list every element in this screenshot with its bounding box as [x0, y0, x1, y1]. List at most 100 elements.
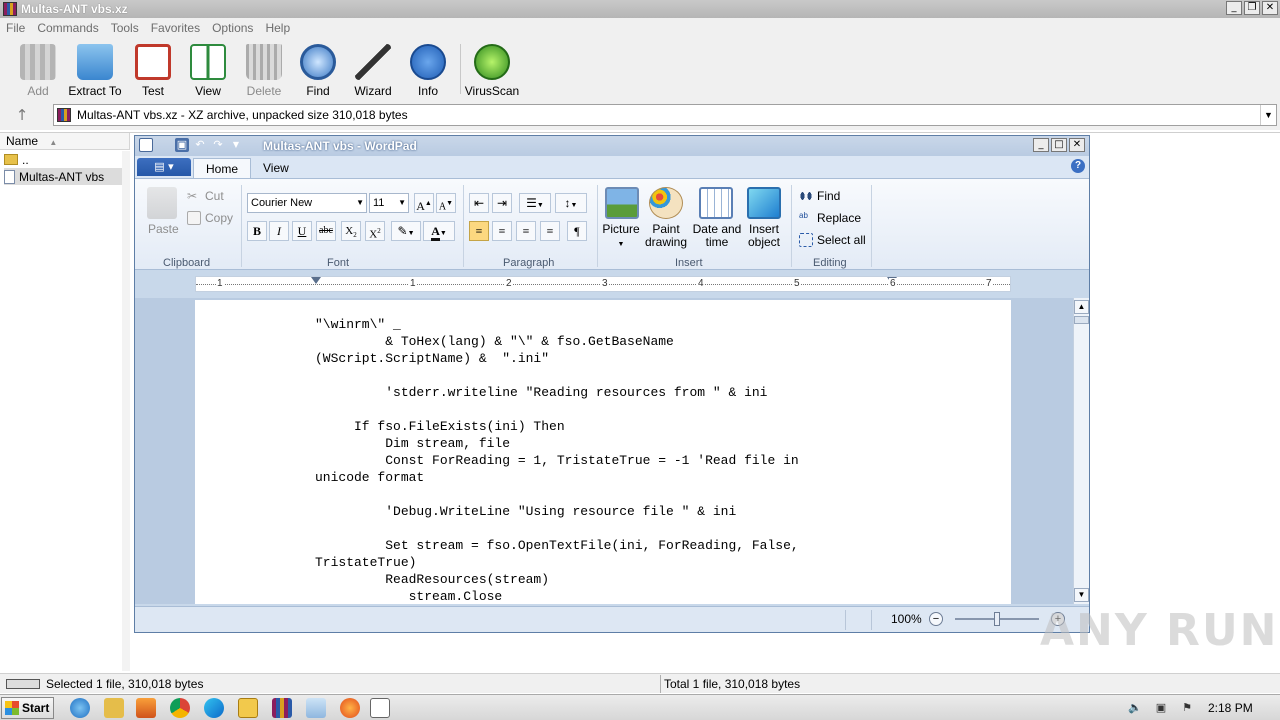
align-center-button[interactable]: ≡ [492, 221, 512, 241]
scroll-thumb[interactable] [1074, 316, 1089, 324]
zoom-slider-thumb[interactable] [994, 612, 1000, 626]
find-text-button[interactable]: Find [799, 189, 840, 203]
delete-button[interactable]: Delete [236, 44, 292, 98]
font-family-select[interactable]: Courier New ▼ [247, 193, 367, 213]
group-separator [597, 185, 598, 267]
italic-button[interactable]: I [269, 221, 289, 241]
group-label-clipboard: Clipboard [163, 257, 211, 269]
media-player-icon[interactable] [136, 698, 156, 718]
copy-button[interactable]: Copy [187, 211, 233, 225]
action-center-flag-icon[interactable]: ⚑ [1180, 701, 1194, 715]
font-size-select[interactable]: 11 ▼ [369, 193, 409, 213]
minimize-button[interactable]: _ [1226, 1, 1242, 15]
file-menu-button[interactable]: ▤ ▾ [137, 158, 191, 176]
undo-icon[interactable]: ↶ [193, 138, 207, 152]
column-header-name[interactable]: Name ▲ [0, 133, 130, 150]
customize-qat-icon[interactable]: ▼ [229, 138, 243, 152]
document-text[interactable]: "\winrm\" _ & ToHex(lang) & "\" & fso.Ge… [315, 316, 799, 604]
wordpad-app-icon[interactable] [139, 138, 153, 152]
picture-button[interactable]: Picture ▼ [601, 223, 641, 251]
grow-font-button[interactable]: A▲ [414, 193, 434, 213]
archive-path-box[interactable]: Multas-ANT vbs.xz - XZ archive, unpacked… [53, 104, 1277, 126]
edge-icon[interactable] [204, 698, 224, 718]
document-page[interactable]: "\winrm\" _ & ToHex(lang) & "\" & fso.Ge… [195, 300, 1011, 604]
tab-home[interactable]: Home [193, 158, 252, 178]
menu-help[interactable]: Help [265, 21, 290, 35]
volume-icon[interactable]: 🔈 [1128, 701, 1142, 715]
close-button[interactable]: ✕ [1262, 1, 1278, 15]
menu-favorites[interactable]: Favorites [151, 21, 200, 35]
menu-file[interactable]: File [6, 21, 25, 35]
scroll-up-button[interactable]: ▲ [1074, 300, 1089, 314]
select-all-button[interactable]: Select all [799, 233, 866, 247]
test-button[interactable]: Test [125, 44, 181, 98]
line-spacing-button[interactable]: ↕▼ [555, 193, 587, 213]
chevron-down-icon[interactable]: ▼ [1260, 105, 1276, 125]
scroll-down-button[interactable]: ▼ [1074, 588, 1089, 602]
find-button[interactable]: Find [290, 44, 346, 98]
decrease-indent-button[interactable]: ⇤ [469, 193, 489, 213]
info-button[interactable]: Info [400, 44, 456, 98]
add-button[interactable]: Add [10, 44, 66, 98]
menu-options[interactable]: Options [212, 21, 253, 35]
align-left-button[interactable]: ≡ [469, 221, 489, 241]
network-icon[interactable]: ▣ [1154, 701, 1168, 715]
firefox-icon[interactable] [340, 698, 360, 718]
view-button[interactable]: View [180, 44, 236, 98]
subscript-button[interactable]: X2 [341, 221, 361, 241]
virusscan-button[interactable]: VirusScan [464, 44, 520, 98]
copy-icon [187, 211, 201, 225]
ruler[interactable]: 1 1 2 3 4 5 6 7 [195, 276, 1011, 292]
insert-object-button[interactable]: Insert object [743, 223, 785, 249]
justify-button[interactable]: ≡ [540, 221, 560, 241]
paragraph-settings-button[interactable]: ¶ [567, 221, 587, 241]
paste-icon [147, 187, 177, 219]
font-color-button[interactable]: A▼ [423, 221, 455, 241]
bold-button[interactable]: B [247, 221, 267, 241]
cut-button[interactable]: ✂ Cut [187, 189, 224, 203]
zoom-out-button[interactable]: − [929, 612, 943, 626]
taskbar: Start 🔈 ▣ ⚑ 2:18 PM [0, 694, 1280, 720]
underline-button[interactable]: U [292, 221, 312, 241]
replace-button[interactable]: ab Replace [799, 211, 861, 225]
menu-tools[interactable]: Tools [111, 21, 139, 35]
save-icon[interactable]: ▣ [175, 138, 189, 152]
menu-commands[interactable]: Commands [37, 21, 98, 35]
highlight-color-button[interactable]: ✎▼ [391, 221, 421, 241]
rar-toolbar: Add Extract To Test View Delete Find Wiz… [0, 38, 1280, 100]
tab-view[interactable]: View [251, 158, 301, 178]
wp-minimize-button[interactable]: _ [1033, 138, 1049, 152]
extract-to-button[interactable]: Extract To [67, 44, 123, 98]
ruler-tick-label: 2 [505, 278, 513, 289]
bullets-button[interactable]: ☰▼ [519, 193, 551, 213]
winrar-taskbar-icon[interactable] [272, 698, 292, 718]
notepad-icon[interactable] [306, 698, 326, 718]
help-icon[interactable]: ? [1071, 159, 1085, 173]
file-explorer-icon[interactable] [104, 698, 124, 718]
paste-button[interactable]: Paste [148, 223, 179, 236]
vertical-scrollbar[interactable]: ▲ ▼ [1073, 298, 1089, 604]
superscript-button[interactable]: X2 [365, 221, 385, 241]
start-button[interactable]: Start [1, 697, 54, 719]
wordpad-title-bar: ▣ ↶ ↷ ▼ Multas-ANT vbs - WordPad _ □ ✕ [135, 136, 1089, 156]
chrome-icon[interactable] [170, 698, 190, 718]
system-clock[interactable]: 2:18 PM [1208, 701, 1253, 715]
wizard-button[interactable]: Wizard [345, 44, 401, 98]
date-time-button[interactable]: Date and time [689, 223, 745, 249]
list-item[interactable]: .. [4, 151, 130, 168]
wp-close-button[interactable]: ✕ [1069, 138, 1085, 152]
align-right-button[interactable]: ≡ [516, 221, 536, 241]
strikethrough-button[interactable]: abc [316, 221, 336, 241]
internet-explorer-icon[interactable] [70, 698, 90, 718]
first-line-indent-marker[interactable] [311, 277, 321, 284]
paint-drawing-button[interactable]: Paint drawing [641, 223, 691, 249]
up-one-level-icon[interactable]: ↑ [12, 106, 32, 124]
wordpad-taskbar-icon[interactable] [370, 698, 390, 718]
increase-indent-button[interactable]: ⇥ [492, 193, 512, 213]
wp-maximize-button[interactable]: □ [1051, 138, 1067, 152]
list-item[interactable]: Multas-ANT vbs [4, 168, 130, 185]
shrink-font-button[interactable]: A▼ [436, 193, 456, 213]
restore-button[interactable]: ❐ [1244, 1, 1260, 15]
office-icon[interactable] [238, 698, 258, 718]
redo-icon[interactable]: ↷ [211, 138, 225, 152]
